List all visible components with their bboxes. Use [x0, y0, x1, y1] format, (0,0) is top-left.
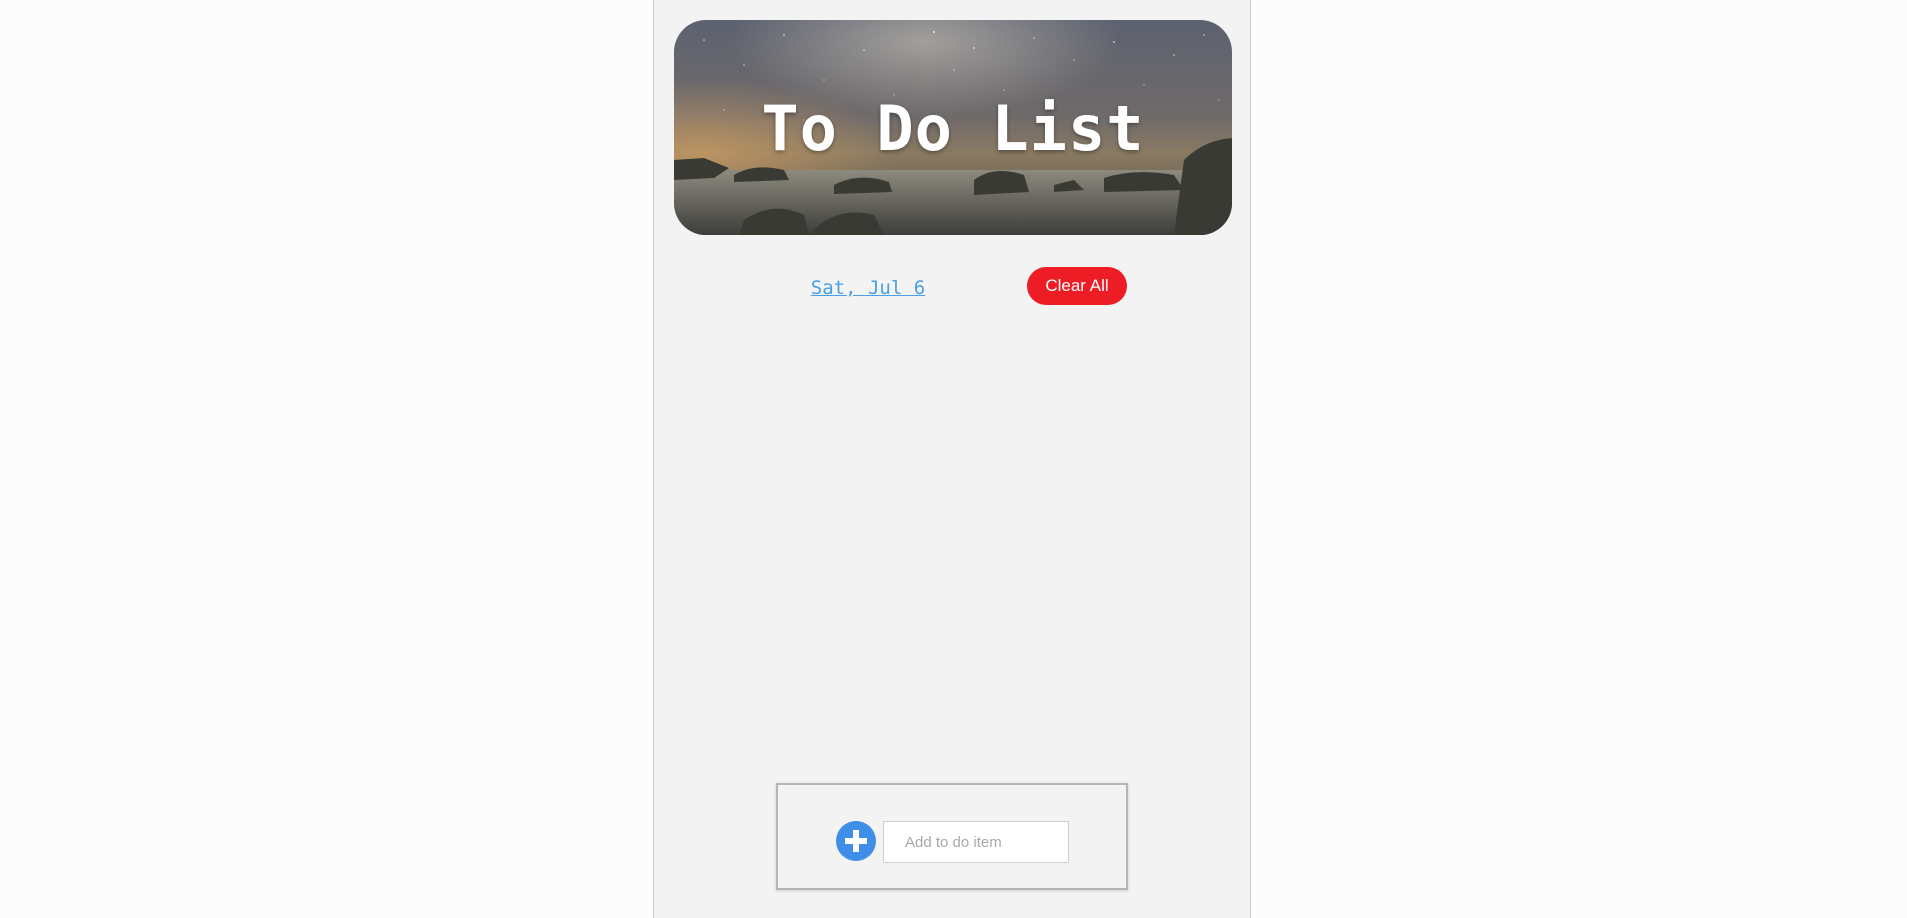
add-item-panel [776, 783, 1128, 890]
add-item-button[interactable] [836, 821, 876, 861]
todo-app: To Do List Sat, Jul 6 Clear All [653, 0, 1251, 918]
header-banner: To Do List [674, 20, 1232, 235]
add-item-input[interactable] [883, 821, 1069, 863]
date-link[interactable]: Sat, Jul 6 [798, 277, 938, 299]
page-title: To Do List [761, 92, 1145, 165]
clear-all-button[interactable]: Clear All [1027, 267, 1127, 305]
